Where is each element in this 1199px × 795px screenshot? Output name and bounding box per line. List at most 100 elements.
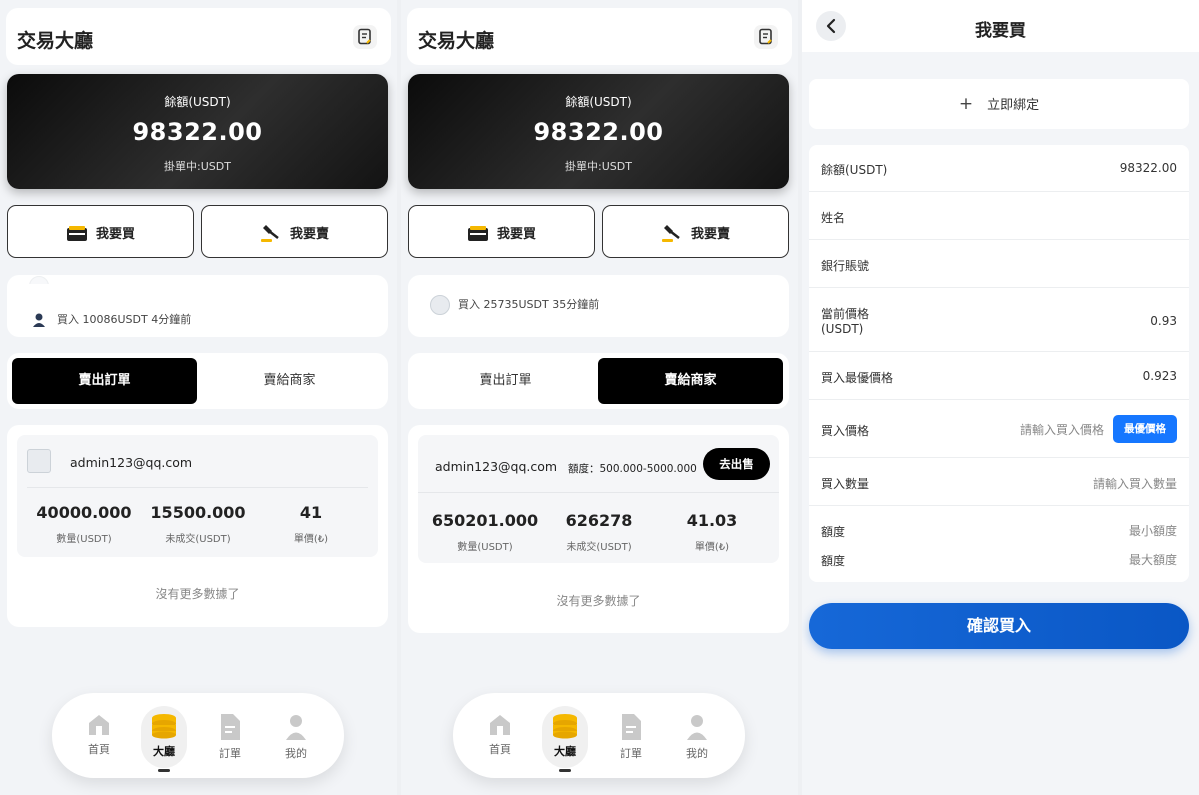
nav-item-hall[interactable]: 大廳 bbox=[540, 713, 590, 759]
buy-button-label: 我要買 bbox=[95, 227, 135, 242]
min-limit-input[interactable]: 最小額度 bbox=[1129, 522, 1177, 539]
sell-button[interactable]: 我要賣 bbox=[201, 205, 388, 258]
page-title: 交易大廳 bbox=[418, 30, 495, 52]
merchant-email: admin123@qq.com bbox=[435, 459, 558, 474]
ticker-avatar bbox=[430, 295, 450, 315]
tab-sell-to-merchant[interactable]: 賣給商家 bbox=[197, 358, 382, 404]
coins-icon bbox=[152, 714, 176, 739]
buy-form-panel: 我要買 + 立即綁定 餘額(USDT) 98322.00 姓名 銀行賬號 當前價格… bbox=[802, 0, 1199, 795]
document-icon bbox=[622, 714, 641, 740]
nav-item-profile[interactable]: 我的 bbox=[271, 713, 321, 761]
confirm-buy-button[interactable]: 確認買入 bbox=[809, 603, 1189, 649]
ticker-item: 買入 10086USDT 4分鐘前 bbox=[29, 311, 191, 328]
home-icon bbox=[490, 715, 510, 735]
balance-label: 餘額(USDT) bbox=[164, 95, 231, 109]
balance-value: 98322.00 bbox=[1119, 161, 1177, 175]
sell-button-label: 我要賣 bbox=[690, 227, 730, 242]
page-title: 我要買 bbox=[975, 21, 1026, 41]
best-price-button[interactable]: 最優價格 bbox=[1113, 415, 1177, 443]
merchant-card: admin123@qq.com 額度：500.000-5000.000 去出售 … bbox=[418, 435, 779, 563]
document-icon bbox=[221, 714, 240, 740]
sell-button-label: 我要賣 bbox=[289, 227, 329, 242]
pending-label: 掛單中:USDT bbox=[565, 160, 632, 173]
row-quantity: 買入數量 請輸入買入數量 bbox=[809, 458, 1189, 506]
sell-button[interactable]: 我要賣 bbox=[602, 205, 789, 258]
page-title: 交易大廳 bbox=[17, 30, 94, 52]
row-balance: 餘額(USDT) 98322.00 bbox=[809, 145, 1189, 192]
stat-unit-price: 41.03 單價(₺) bbox=[686, 511, 738, 553]
balance-card: 餘額(USDT) 98322.00 掛單中:USDT bbox=[7, 74, 388, 189]
top-bar: 交易大廳 bbox=[407, 8, 792, 65]
stat-unit-price: 41 單價(₺) bbox=[293, 503, 329, 545]
row-name[interactable]: 姓名 bbox=[809, 192, 1189, 240]
pending-label: 掛單中:USDT bbox=[164, 160, 231, 173]
user-avatar-icon bbox=[33, 313, 45, 327]
merchant-list: admin123@qq.com 額度：500.000-5000.000 去出售 … bbox=[408, 425, 789, 633]
balance-value: 98322.00 bbox=[533, 118, 664, 146]
tab-sell-orders[interactable]: 賣出訂單 bbox=[12, 358, 197, 404]
gavel-icon bbox=[260, 225, 279, 242]
coins-icon bbox=[553, 714, 577, 739]
row-buy-price: 買入價格 請輸入買入價格 最優價格 bbox=[809, 400, 1189, 458]
header: 我要買 bbox=[802, 0, 1199, 52]
order-list: admin123@qq.com 40000.000 數量(USDT) 15500… bbox=[7, 425, 388, 627]
row-best-price: 買入最優價格 0.923 bbox=[809, 352, 1189, 400]
row-current-price: 當前價格 (USDT) 0.93 bbox=[809, 288, 1189, 352]
wallet-icon bbox=[467, 226, 488, 241]
plus-icon: + bbox=[958, 94, 974, 114]
note-icon[interactable] bbox=[353, 25, 377, 49]
stat-unfilled: 15500.000 未成交(USDT) bbox=[150, 503, 246, 545]
balance-value: 98322.00 bbox=[132, 118, 263, 146]
divider bbox=[27, 487, 368, 488]
no-more-data: 沒有更多數據了 bbox=[556, 594, 641, 608]
best-price-value: 0.923 bbox=[1142, 369, 1177, 383]
tab-sell-to-merchant[interactable]: 賣給商家 bbox=[598, 358, 783, 404]
current-price-value: 0.93 bbox=[1150, 314, 1177, 328]
user-icon bbox=[286, 715, 306, 740]
home-icon bbox=[89, 715, 109, 735]
nav-item-orders[interactable]: 訂單 bbox=[606, 713, 656, 761]
top-bar: 交易大廳 bbox=[6, 8, 391, 65]
bottom-nav: 首頁 大廳 訂單 我的 bbox=[52, 693, 344, 778]
balance-label: 餘額(USDT) bbox=[565, 95, 632, 109]
trading-hall-panel-sell-to-merchant: 交易大廳 餘額(USDT) 98322.00 掛單中:USDT 我要買 我要賣 … bbox=[401, 0, 798, 795]
user-icon bbox=[687, 715, 707, 740]
note-icon[interactable] bbox=[754, 25, 778, 49]
no-more-data: 沒有更多數據了 bbox=[155, 587, 240, 601]
row-bank-account[interactable]: 銀行賬號 bbox=[809, 240, 1189, 288]
trading-hall-panel-sell-orders: 交易大廳 餘額(USDT) 98322.00 掛單中:USDT 我要買 我要賣 … bbox=[0, 0, 397, 795]
tab-sell-orders[interactable]: 賣出訂單 bbox=[413, 358, 598, 404]
row-limits: 額度 最小額度 額度 最大額度 bbox=[821, 522, 1177, 568]
merchant-card[interactable]: admin123@qq.com 40000.000 數量(USDT) 15500… bbox=[17, 435, 378, 557]
ticker-item: 買入 25735USDT 35分鐘前 bbox=[430, 295, 599, 315]
order-tabs: 賣出訂單 賣給商家 bbox=[7, 353, 388, 409]
buy-button[interactable]: 我要買 bbox=[7, 205, 194, 258]
balance-card: 餘額(USDT) 98322.00 掛單中:USDT bbox=[408, 74, 789, 189]
trade-ticker: 買入 10086USDT 4分鐘前 bbox=[7, 275, 388, 337]
merchant-email: admin123@qq.com bbox=[70, 455, 193, 470]
bottom-nav: 首頁 大廳 訂單 我的 bbox=[453, 693, 745, 778]
wallet-icon bbox=[66, 226, 87, 241]
nav-item-home[interactable]: 首頁 bbox=[475, 713, 525, 757]
order-tabs: 賣出訂單 賣給商家 bbox=[408, 353, 789, 409]
max-limit-input[interactable]: 最大額度 bbox=[1129, 551, 1177, 568]
stat-quantity: 650201.000 數量(USDT) bbox=[431, 511, 539, 553]
go-sell-button[interactable]: 去出售 bbox=[703, 448, 770, 480]
stat-quantity: 40000.000 數量(USDT) bbox=[36, 503, 132, 545]
buy-price-input[interactable]: 請輸入買入價格 bbox=[1020, 421, 1104, 438]
trade-ticker: 買入 25735USDT 35分鐘前 bbox=[408, 275, 789, 337]
merchant-avatar bbox=[27, 449, 51, 473]
buy-button[interactable]: 我要買 bbox=[408, 205, 595, 258]
merchant-limit: 額度：500.000-5000.000 bbox=[568, 463, 697, 475]
nav-item-orders[interactable]: 訂單 bbox=[205, 713, 255, 761]
bind-now-button[interactable]: + 立即綁定 bbox=[809, 79, 1189, 129]
nav-item-profile[interactable]: 我的 bbox=[672, 713, 722, 761]
nav-item-home[interactable]: 首頁 bbox=[74, 713, 124, 757]
stat-unfilled: 626278 未成交(USDT) bbox=[565, 511, 633, 553]
quantity-input[interactable]: 請輸入買入數量 bbox=[1093, 475, 1177, 492]
divider bbox=[418, 492, 779, 493]
nav-item-hall[interactable]: 大廳 bbox=[139, 713, 189, 759]
gavel-icon bbox=[661, 225, 680, 242]
buy-button-label: 我要買 bbox=[496, 227, 536, 242]
buy-form: 餘額(USDT) 98322.00 姓名 銀行賬號 當前價格 (USDT) 0.… bbox=[809, 145, 1189, 582]
